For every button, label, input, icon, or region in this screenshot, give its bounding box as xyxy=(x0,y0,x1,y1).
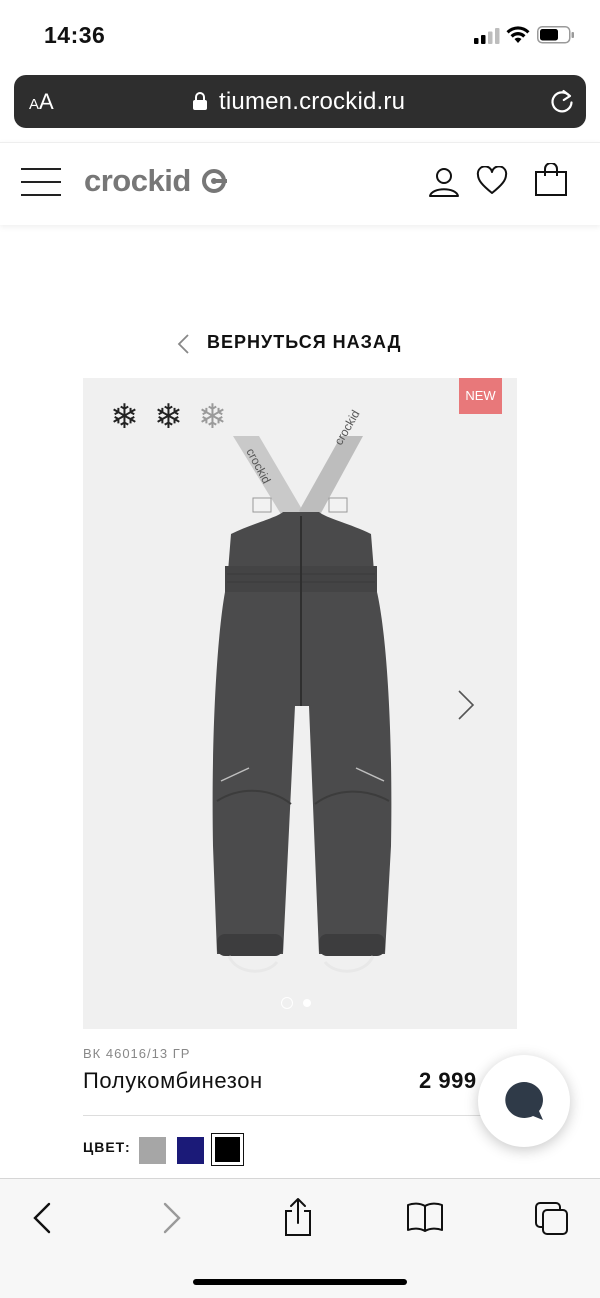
user-icon[interactable] xyxy=(428,166,460,198)
url-text[interactable]: tiumen.crockid.ru xyxy=(219,88,405,116)
color-label: ЦВЕТ: xyxy=(83,1139,131,1155)
wifi-icon xyxy=(506,26,530,43)
address-bar[interactable]: AA tiumen.crockid.ru xyxy=(14,75,586,128)
back-arrow-icon[interactable] xyxy=(31,1201,53,1235)
status-time: 14:36 xyxy=(44,22,106,48)
share-icon[interactable] xyxy=(282,1197,314,1237)
forward-arrow-icon[interactable] xyxy=(161,1201,183,1235)
new-badge: NEW xyxy=(459,378,502,414)
site-header: crockid xyxy=(0,142,600,225)
site-logo[interactable]: crockid xyxy=(84,163,191,199)
browser-toolbar xyxy=(0,1178,600,1298)
product-sku: ВК 46016/13 ГР xyxy=(83,1046,191,1061)
text-size-button[interactable]: AA xyxy=(29,89,54,115)
gallery-dot-active[interactable] xyxy=(281,996,293,1009)
product-name: Полукомбинезон xyxy=(83,1068,263,1093)
color-swatch-black-selected[interactable] xyxy=(211,1133,244,1166)
cart-bag-icon[interactable] xyxy=(534,163,568,197)
chevron-right-icon[interactable] xyxy=(456,688,476,722)
back-link-label: ВЕРНУТЬСЯ НАЗАД xyxy=(207,332,402,352)
menu-icon[interactable] xyxy=(21,168,61,196)
gallery-dot[interactable] xyxy=(303,998,311,1007)
battery-icon xyxy=(537,26,574,44)
chat-button[interactable] xyxy=(478,1055,570,1147)
heart-icon[interactable] xyxy=(476,166,508,196)
color-swatch-navy[interactable] xyxy=(177,1137,204,1164)
home-indicator xyxy=(193,1279,407,1285)
chat-bubble-icon xyxy=(505,1082,543,1120)
bookmarks-icon[interactable] xyxy=(406,1201,444,1233)
status-bar: 14:36 xyxy=(0,0,600,70)
logo-mark-icon xyxy=(202,169,227,193)
color-swatch-grey[interactable] xyxy=(139,1137,166,1164)
chevron-left-icon xyxy=(177,334,189,354)
lock-icon xyxy=(193,92,207,110)
gallery-pagination xyxy=(281,994,321,1012)
cellular-signal-icon xyxy=(474,28,500,44)
product-price: 2 999 xyxy=(419,1068,477,1093)
snowflake-icon: ❄ xyxy=(110,398,139,436)
reload-icon[interactable] xyxy=(549,88,575,115)
product-gallery[interactable]: ❄ ❄ ❄ NEW crockid crockid xyxy=(83,378,517,1029)
product-photo: crockid crockid xyxy=(212,408,392,973)
divider xyxy=(83,1115,517,1116)
snowflake-icon: ❄ xyxy=(154,398,183,436)
tabs-icon[interactable] xyxy=(534,1201,570,1237)
